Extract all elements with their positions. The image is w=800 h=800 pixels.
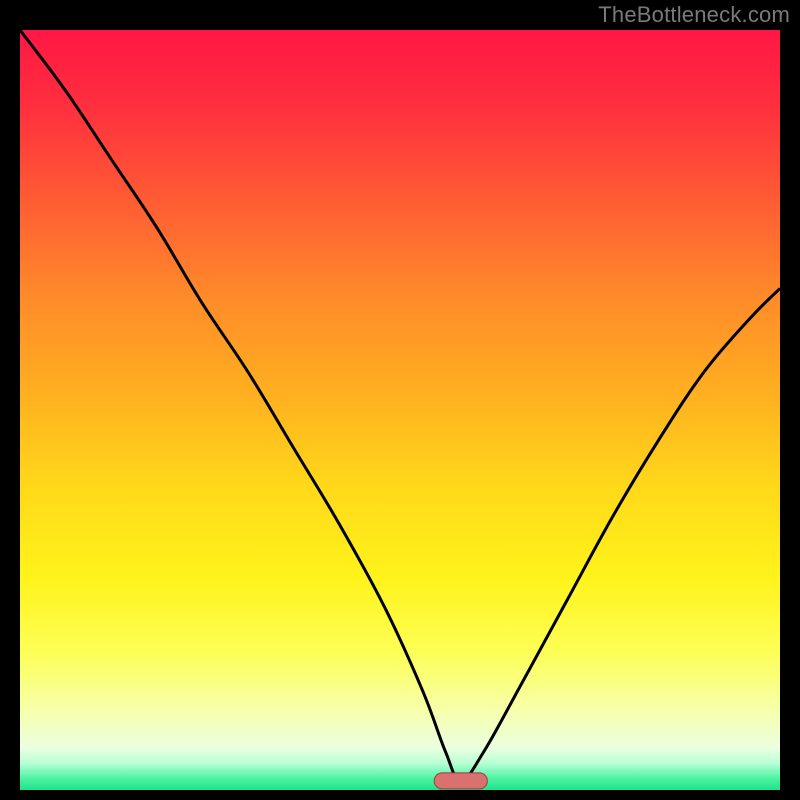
chart-frame: TheBottleneck.com <box>0 0 800 800</box>
watermark-text: TheBottleneck.com <box>598 2 790 28</box>
optimum-marker <box>434 773 487 789</box>
bottleneck-chart <box>20 30 780 790</box>
plot-area <box>20 30 780 790</box>
gradient-background <box>20 30 780 790</box>
